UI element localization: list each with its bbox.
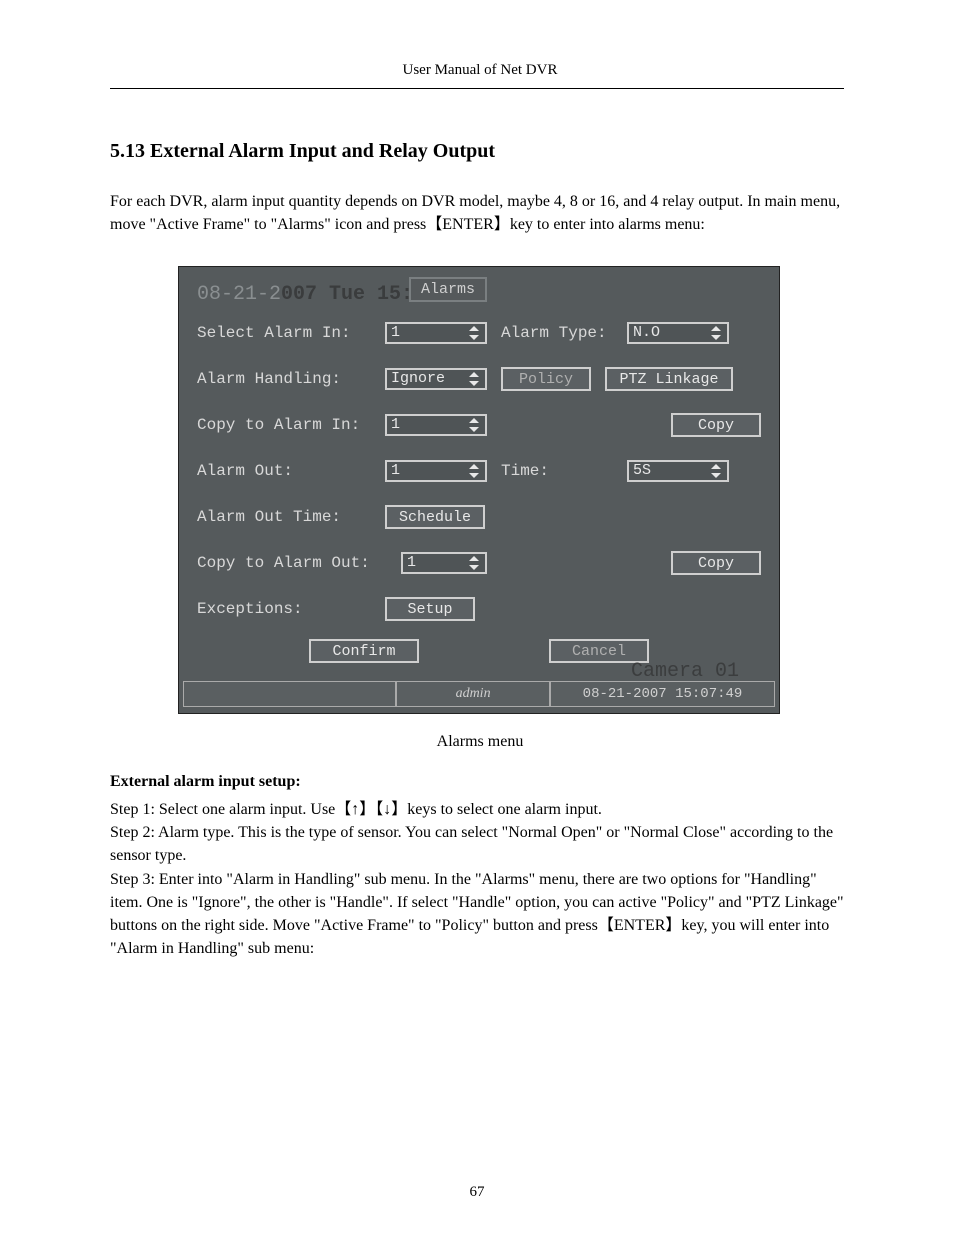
label-exceptions: Exceptions:	[197, 600, 371, 618]
policy-button[interactable]: Policy	[501, 367, 591, 391]
select-alarm-in[interactable]: 1	[385, 322, 487, 344]
setup-button[interactable]: Setup	[385, 597, 475, 621]
label-copy-to-alarm-out: Copy to Alarm Out:	[197, 554, 387, 572]
select-alarm-in-value: 1	[391, 324, 400, 342]
paragraph-heading: External alarm input setup:	[110, 770, 850, 793]
spin-icon	[469, 371, 483, 387]
header-rule	[110, 88, 844, 89]
label-alarm-out-time: Alarm Out Time:	[197, 508, 371, 526]
select-time-value: 5S	[633, 462, 651, 480]
select-alarm-type[interactable]: N.O	[627, 322, 729, 344]
select-alarm-handling[interactable]: Ignore	[385, 368, 487, 390]
select-alarm-type-value: N.O	[633, 324, 660, 342]
status-user: admin	[396, 681, 550, 707]
label-time: Time:	[501, 462, 613, 480]
select-copy-to-alarm-in[interactable]: 1	[385, 414, 487, 436]
label-alarm-out: Alarm Out:	[197, 462, 371, 480]
select-alarm-out-value: 1	[391, 462, 400, 480]
spin-icon	[469, 325, 483, 341]
ptz-linkage-button[interactable]: PTZ Linkage	[605, 367, 733, 391]
section-intro: For each DVR, alarm input quantity depen…	[110, 190, 850, 236]
select-time[interactable]: 5S	[627, 460, 729, 482]
copy-alarm-out-button[interactable]: Copy	[671, 551, 761, 575]
spin-icon	[469, 463, 483, 479]
status-bar: admin 08-21-2007 15:07:49	[183, 681, 775, 707]
label-select-alarm-in: Select Alarm In:	[197, 324, 371, 342]
page-number: 67	[0, 1184, 954, 1201]
select-copy-to-alarm-out-value: 1	[407, 554, 416, 572]
label-alarm-type: Alarm Type:	[501, 324, 613, 342]
doc-header-title: User Manual of Net DVR	[110, 60, 850, 82]
osd-camera-ghost: Camera 01	[631, 660, 739, 683]
spin-icon	[711, 325, 725, 341]
figure-caption: Alarms menu	[110, 730, 850, 753]
spin-icon	[469, 555, 483, 571]
label-copy-to-alarm-in: Copy to Alarm In:	[197, 416, 371, 434]
spin-icon	[469, 417, 483, 433]
schedule-button[interactable]: Schedule	[385, 505, 485, 529]
status-cell-left	[183, 681, 396, 707]
select-copy-to-alarm-in-value: 1	[391, 416, 400, 434]
dialog-title: Alarms	[409, 277, 487, 302]
select-copy-to-alarm-out[interactable]: 1	[401, 552, 487, 574]
select-alarm-out[interactable]: 1	[385, 460, 487, 482]
select-alarm-handling-value: Ignore	[391, 370, 445, 388]
status-time: 08-21-2007 15:07:49	[550, 681, 775, 707]
spin-icon	[711, 463, 725, 479]
paragraph-body: Step 1: Select one alarm input. Use【↑】【↓…	[110, 798, 850, 960]
confirm-button[interactable]: Confirm	[309, 639, 419, 663]
alarms-menu-screenshot: 08-21-2007 Tue 15:07:48 Alarms Select Al…	[178, 266, 780, 714]
label-alarm-handling: Alarm Handling:	[197, 370, 371, 388]
copy-alarm-in-button[interactable]: Copy	[671, 413, 761, 437]
section-heading: 5.13 External Alarm Input and Relay Outp…	[110, 140, 495, 163]
